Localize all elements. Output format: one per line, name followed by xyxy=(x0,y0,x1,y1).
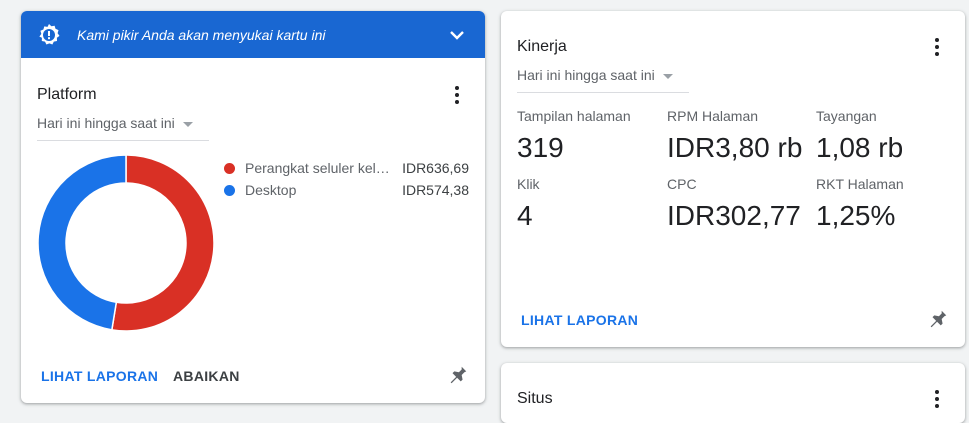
view-report-button[interactable]: LIHAT LAPORAN xyxy=(521,312,638,328)
legend-swatch xyxy=(224,184,235,196)
metric-value: 1,08 rb xyxy=(816,132,904,163)
banner-text: Kami pikir Anda akan menyukai kartu ini xyxy=(77,26,326,43)
legend-item-desktop[interactable]: Desktop IDR574,38 xyxy=(224,179,469,201)
legend-value: IDR574,38 xyxy=(402,182,469,198)
caret-down-icon xyxy=(182,122,193,127)
sites-card: Situs xyxy=(501,363,965,423)
more-vert-icon[interactable] xyxy=(925,387,949,411)
metric-page-ctr[interactable]: RKT Halaman 1,25% xyxy=(816,176,904,232)
view-report-button[interactable]: LIHAT LAPORAN xyxy=(41,368,158,384)
date-range-label: Hari ini hingga saat ini xyxy=(37,115,175,131)
card-title: Kinerja xyxy=(517,38,567,55)
lightbulb-badge-icon xyxy=(39,23,60,44)
caret-down-icon xyxy=(662,74,673,79)
metric-label: RPM Halaman xyxy=(667,108,759,124)
legend-swatch xyxy=(224,162,235,174)
platform-card: Kami pikir Anda akan menyukai kartu ini … xyxy=(21,11,485,403)
more-vert-icon[interactable] xyxy=(925,35,949,59)
pin-icon[interactable] xyxy=(447,364,469,386)
more-vert-icon[interactable] xyxy=(445,83,469,107)
card-title: Platform xyxy=(37,86,97,103)
metric-value: IDR3,80 rb xyxy=(667,132,803,163)
metric-label: Tampilan halaman xyxy=(517,108,631,124)
metric-cpc[interactable]: CPC IDR302,77 xyxy=(667,176,801,232)
dismiss-button[interactable]: ABAIKAN xyxy=(173,368,240,384)
legend-label: Perangkat seluler kela… xyxy=(245,160,397,176)
date-range-label: Hari ini hingga saat ini xyxy=(517,67,655,83)
performance-card: Kinerja Hari ini hingga saat ini Tampila… xyxy=(501,11,965,347)
date-range-select[interactable]: Hari ini hingga saat ini xyxy=(37,115,209,141)
metric-label: RKT Halaman xyxy=(816,176,904,192)
metric-value: 319 xyxy=(517,132,564,163)
donut-slice-mobile[interactable] xyxy=(110,154,215,332)
metric-value: IDR302,77 xyxy=(667,200,801,231)
metric-page-views[interactable]: Tampilan halaman 319 xyxy=(517,108,631,164)
metric-label: Tayangan xyxy=(816,108,877,124)
platform-donut-chart xyxy=(37,154,215,332)
recommendation-banner[interactable]: Kami pikir Anda akan menyukai kartu ini xyxy=(21,11,485,58)
donut-slice-desktop[interactable] xyxy=(37,154,127,331)
chevron-down-icon[interactable] xyxy=(445,23,469,47)
legend-item-mobile[interactable]: Perangkat seluler kela… IDR636,69 xyxy=(224,157,469,179)
pin-icon[interactable] xyxy=(927,308,949,330)
metric-label: CPC xyxy=(667,176,697,192)
metric-label: Klik xyxy=(517,176,540,192)
chart-legend: Perangkat seluler kela… IDR636,69 Deskto… xyxy=(224,157,469,201)
metric-impressions[interactable]: Tayangan 1,08 rb xyxy=(816,108,903,164)
legend-value: IDR636,69 xyxy=(402,160,469,176)
metric-page-rpm[interactable]: RPM Halaman IDR3,80 rb xyxy=(667,108,802,164)
card-title: Situs xyxy=(517,390,553,407)
metric-value: 4 xyxy=(517,200,533,231)
metric-value: 1,25% xyxy=(816,200,896,231)
metric-clicks[interactable]: Klik 4 xyxy=(517,176,540,232)
legend-label: Desktop xyxy=(245,182,297,198)
date-range-select[interactable]: Hari ini hingga saat ini xyxy=(517,67,689,93)
